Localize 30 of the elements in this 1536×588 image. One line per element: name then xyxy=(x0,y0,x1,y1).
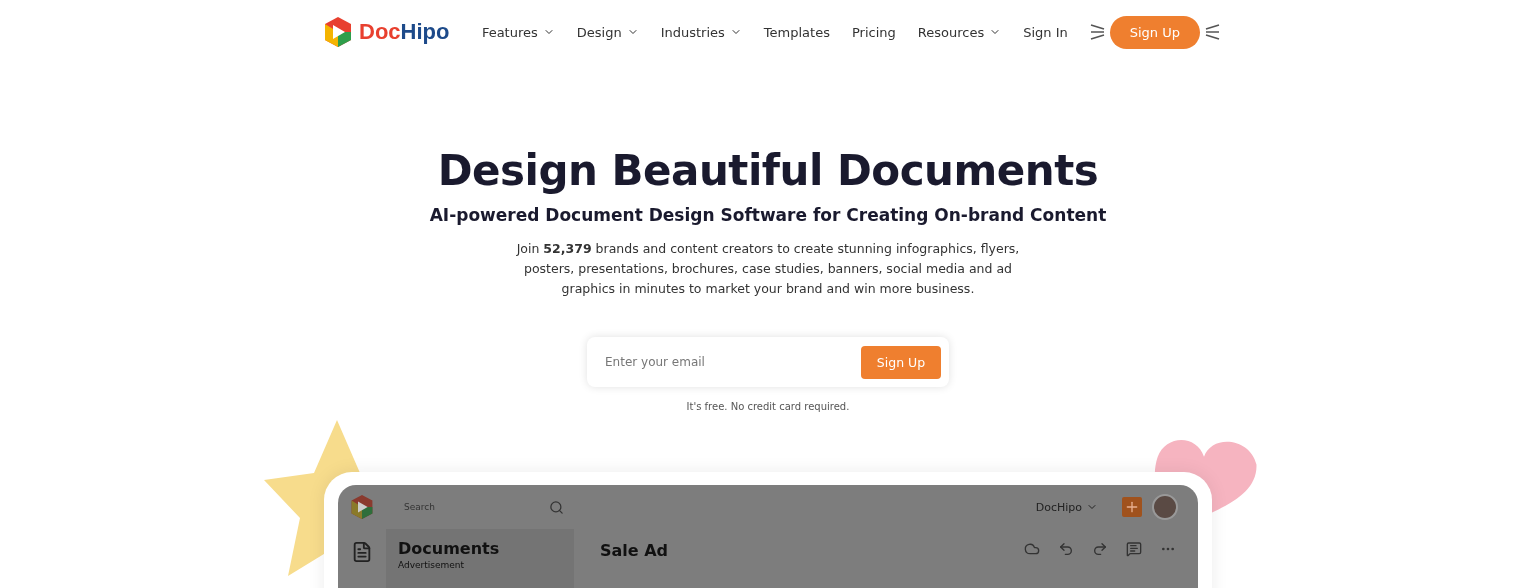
hero-title: Design Beautiful Documents xyxy=(437,146,1099,195)
nav-link[interactable]: Features xyxy=(481,24,555,40)
cloud-icon[interactable] xyxy=(1024,541,1040,557)
sidebar-subtitle: Advertisement xyxy=(398,560,466,570)
logo-icon xyxy=(350,494,374,520)
add-button[interactable] xyxy=(1122,497,1142,517)
logo[interactable]: DocHipo xyxy=(323,16,450,48)
nav-link[interactable]: Industries xyxy=(660,24,742,40)
nav-link[interactable]: Templates xyxy=(763,24,830,40)
nav-link[interactable]: Sign In xyxy=(1023,24,1068,40)
search-icon xyxy=(549,499,564,515)
avatar[interactable] xyxy=(1152,494,1178,520)
logo-icon xyxy=(323,16,353,48)
account-menu[interactable]: DocHipo xyxy=(1035,500,1098,514)
logo-text: DocHipo xyxy=(359,19,450,45)
document-title: Sale Ad xyxy=(600,541,669,560)
nav-link[interactable]: Resources xyxy=(917,24,1002,40)
redo-icon[interactable] xyxy=(1092,541,1108,557)
sparkle-lines-icon xyxy=(1204,22,1220,42)
hero-subtitle: AI-powered Document Design Software for Creating On-brand Content xyxy=(429,205,1107,225)
hero-text: Join 52,379 brands and content creators to create stunning infographics, flyers, posters, presentations, brochures, case studies, banners, social media and ad graphics in minutes to market your brand and win more business. xyxy=(515,240,1021,298)
signup-note: It's free. No credit card required. xyxy=(686,401,850,412)
document-icon[interactable] xyxy=(351,541,373,563)
undo-icon[interactable] xyxy=(1058,541,1074,557)
comment-icon[interactable] xyxy=(1126,541,1142,557)
sparkle-lines-icon xyxy=(1089,22,1106,42)
nav-link[interactable]: Pricing xyxy=(851,24,896,40)
plus-icon xyxy=(1124,499,1140,515)
nav-link[interactable]: Design xyxy=(576,24,639,40)
sidebar-title: Documents xyxy=(398,539,501,558)
